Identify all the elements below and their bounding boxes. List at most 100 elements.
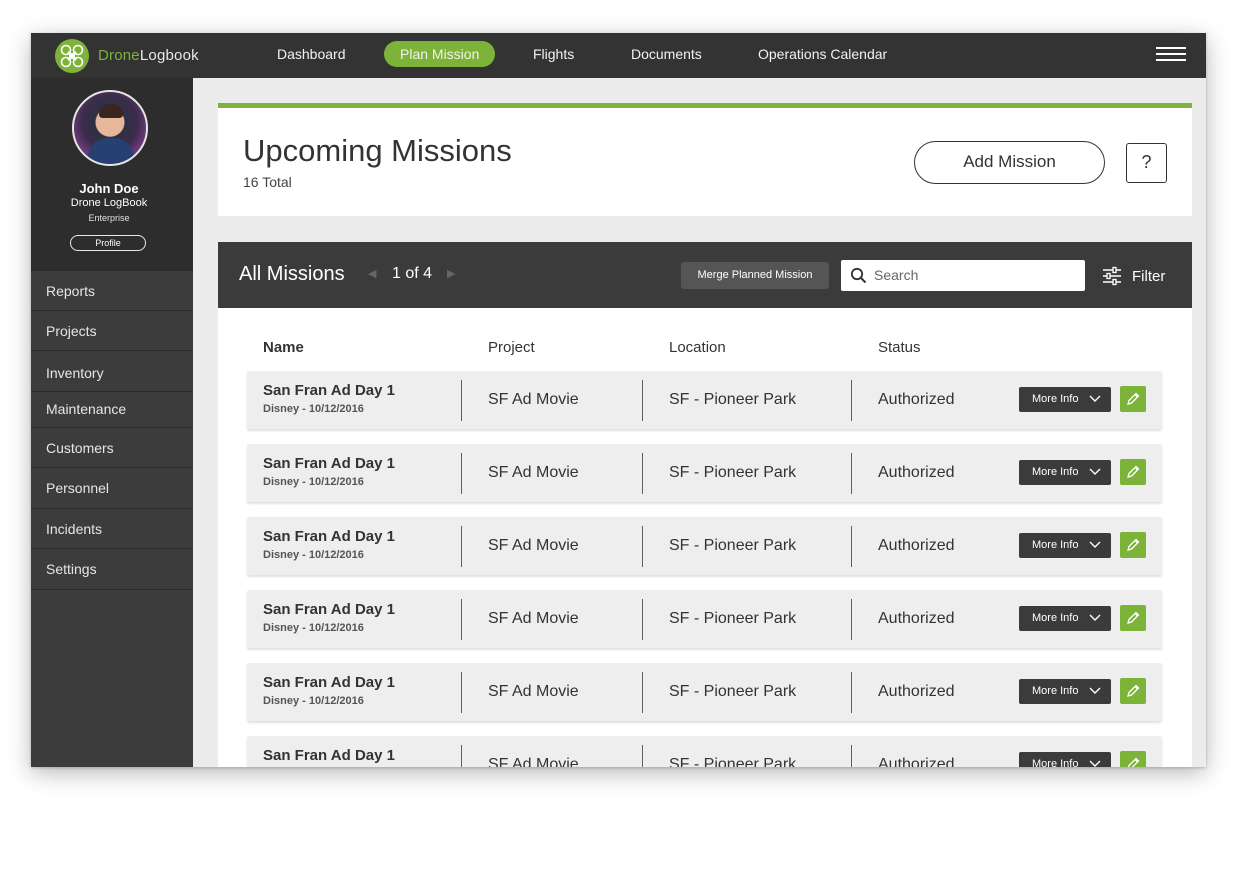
- mission-name[interactable]: San Fran Ad Day 1: [263, 601, 395, 618]
- mission-location: SF - Pioneer Park: [669, 610, 797, 627]
- pencil-edit-icon: [1127, 611, 1140, 624]
- column-divider: [461, 672, 462, 713]
- mission-project: SF Ad Movie: [488, 464, 579, 481]
- more-info-button[interactable]: More Info: [1019, 606, 1111, 631]
- accent-stripe: [218, 103, 1192, 108]
- chevron-down-icon: [1089, 468, 1101, 475]
- edit-mission-button[interactable]: [1120, 459, 1146, 485]
- chevron-down-icon: [1089, 614, 1101, 621]
- nav-documents[interactable]: Documents: [631, 41, 702, 67]
- nav-dashboard[interactable]: Dashboard: [277, 41, 346, 67]
- mission-name[interactable]: San Fran Ad Day 1: [263, 674, 395, 691]
- drone-logo-icon: [55, 38, 89, 73]
- more-info-button[interactable]: More Info: [1019, 460, 1111, 485]
- pager-next-arrow-icon[interactable]: ▶: [447, 267, 455, 280]
- app-window: DroneLogbook Dashboard Plan Mission Flig…: [31, 33, 1206, 767]
- table-row[interactable]: San Fran Ad Day 1 Disney - 10/12/2016 SF A…: [247, 517, 1162, 575]
- column-header-name[interactable]: Name: [263, 339, 304, 356]
- edit-mission-button[interactable]: [1120, 386, 1146, 412]
- more-info-button[interactable]: More Info: [1019, 752, 1111, 767]
- column-divider: [851, 453, 852, 494]
- edit-mission-button[interactable]: [1120, 532, 1146, 558]
- more-info-label: More Info: [1032, 685, 1079, 697]
- sidebar-item-projects[interactable]: Projects: [31, 311, 193, 351]
- mission-client-date: Disney - 10/12/2016: [263, 622, 364, 634]
- table-row[interactable]: San Fran Ad Day 1 Disney - 10/12/2016 SF A…: [247, 371, 1162, 429]
- mission-project: SF Ad Movie: [488, 756, 579, 767]
- list-toolbar: All Missions ◀ 1 of 4 ▶ Merge Planned Mi…: [218, 242, 1192, 308]
- table-row[interactable]: San Fran Ad Day 1 Disney - 10/12/2016 SF A…: [247, 444, 1162, 502]
- column-divider: [461, 380, 462, 421]
- nav-plan-mission[interactable]: Plan Mission: [384, 41, 496, 67]
- mission-project: SF Ad Movie: [488, 537, 579, 554]
- pencil-edit-icon: [1127, 392, 1140, 405]
- mission-status: Authorized: [878, 610, 955, 627]
- pencil-edit-icon: [1127, 465, 1140, 478]
- pager-prev-arrow-icon[interactable]: ◀: [368, 267, 376, 280]
- edit-mission-button[interactable]: [1120, 678, 1146, 704]
- chevron-down-icon: [1089, 687, 1101, 694]
- more-info-button[interactable]: More Info: [1019, 533, 1111, 558]
- column-divider: [642, 526, 643, 567]
- mission-client-date: Disney - 10/12/2016: [263, 476, 364, 488]
- profile-organization: Drone LogBook: [70, 197, 148, 209]
- table-row[interactable]: San Fran Ad Day 1 Disney - 10/12/2016 SF A…: [247, 663, 1162, 721]
- edit-mission-button[interactable]: [1120, 751, 1146, 767]
- mission-project: SF Ad Movie: [488, 683, 579, 700]
- nav-operations-calendar[interactable]: Operations Calendar: [758, 41, 887, 67]
- mission-name[interactable]: San Fran Ad Day 1: [263, 382, 395, 399]
- mission-location: SF - Pioneer Park: [669, 391, 797, 408]
- more-info-button[interactable]: More Info: [1019, 679, 1111, 704]
- more-info-label: More Info: [1032, 612, 1079, 624]
- help-button[interactable]: ?: [1126, 143, 1167, 183]
- column-divider: [851, 672, 852, 713]
- table-row[interactable]: San Fran Ad Day 1 Disney - 10/12/2016 SF A…: [247, 590, 1162, 648]
- page-title: Upcoming Missions: [243, 133, 512, 168]
- missions-list-card: All Missions ◀ 1 of 4 ▶ Merge Planned Mi…: [218, 242, 1192, 767]
- mission-location: SF - Pioneer Park: [669, 537, 797, 554]
- column-header-location[interactable]: Location: [669, 339, 726, 356]
- column-divider: [461, 526, 462, 567]
- top-navigation-bar: DroneLogbook Dashboard Plan Mission Flig…: [31, 33, 1206, 78]
- column-divider: [642, 745, 643, 767]
- column-divider: [851, 380, 852, 421]
- column-header-status[interactable]: Status: [878, 339, 921, 356]
- profile-button[interactable]: Profile: [70, 235, 146, 251]
- hamburger-menu-icon[interactable]: [1156, 47, 1186, 63]
- mission-name[interactable]: San Fran Ad Day 1: [263, 747, 395, 764]
- table-row[interactable]: San Fran Ad Day 1 SF Ad Movie SF - Pioneer…: [247, 736, 1162, 767]
- sidebar-item-settings[interactable]: Settings: [31, 549, 193, 590]
- sidebar-item-incidents[interactable]: Incidents: [31, 509, 193, 549]
- sidebar-item-personnel[interactable]: Personnel: [31, 468, 193, 509]
- mission-status: Authorized: [878, 391, 955, 408]
- sidebar-item-customers[interactable]: Customers: [31, 428, 193, 468]
- search-input[interactable]: [874, 265, 1074, 285]
- more-info-button[interactable]: More Info: [1019, 387, 1111, 412]
- mission-name[interactable]: San Fran Ad Day 1: [263, 455, 395, 472]
- nav-flights[interactable]: Flights: [533, 41, 574, 67]
- mission-name[interactable]: San Fran Ad Day 1: [263, 528, 395, 545]
- sidebar-item-inventory[interactable]: Inventory: [31, 351, 193, 392]
- edit-mission-button[interactable]: [1120, 605, 1146, 631]
- merge-planned-mission-button[interactable]: Merge Planned Mission: [681, 262, 829, 289]
- column-header-project[interactable]: Project: [488, 339, 535, 356]
- mission-location: SF - Pioneer Park: [669, 464, 797, 481]
- brand-logo[interactable]: DroneLogbook: [55, 37, 199, 74]
- pencil-edit-icon: [1127, 757, 1140, 767]
- filter-button[interactable]: Filter: [1102, 265, 1165, 287]
- add-mission-button[interactable]: Add Mission: [914, 141, 1105, 184]
- search-icon: [850, 267, 867, 284]
- more-info-label: More Info: [1032, 466, 1079, 478]
- column-divider: [461, 453, 462, 494]
- mission-client-date: Disney - 10/12/2016: [263, 695, 364, 707]
- chevron-down-icon: [1089, 760, 1101, 767]
- mission-status: Authorized: [878, 756, 955, 767]
- sidebar-item-reports[interactable]: Reports: [31, 271, 193, 311]
- search-box: [841, 260, 1085, 291]
- mission-location: SF - Pioneer Park: [669, 683, 797, 700]
- column-divider: [642, 599, 643, 640]
- column-divider: [642, 672, 643, 713]
- sidebar-menu: Reports Projects Inventory Maintenance C…: [31, 271, 193, 590]
- sidebar-item-maintenance[interactable]: Maintenance: [31, 392, 193, 428]
- mission-status: Authorized: [878, 464, 955, 481]
